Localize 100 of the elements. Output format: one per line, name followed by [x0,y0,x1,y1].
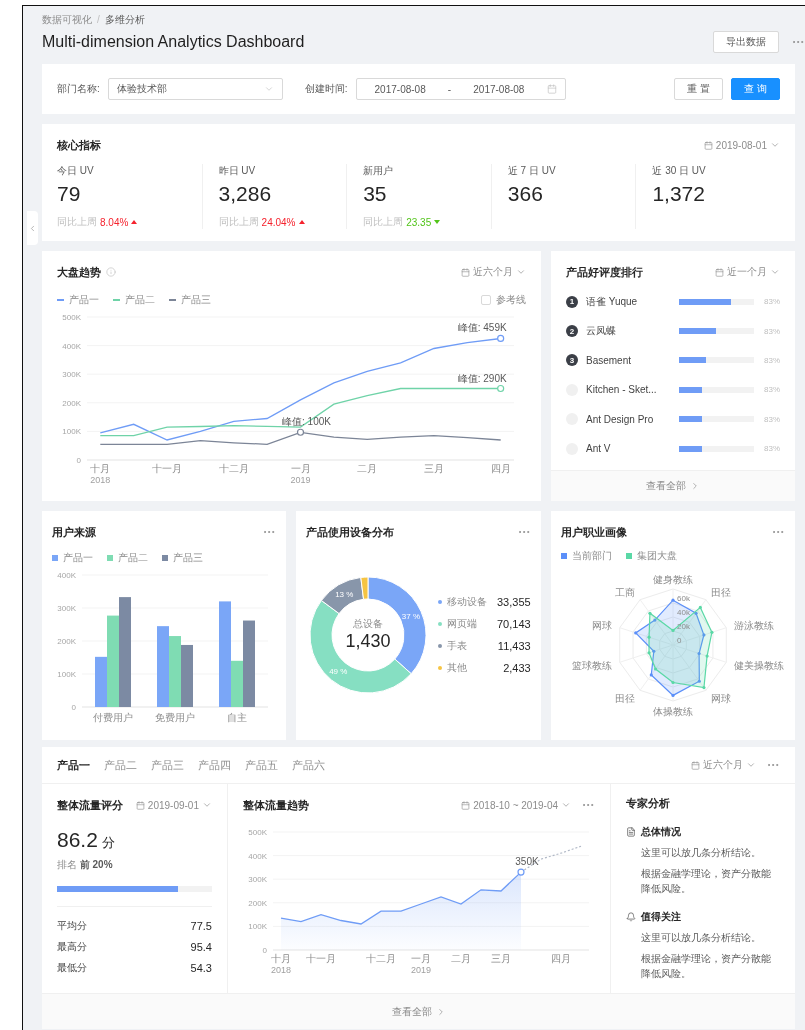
axis-label: 十一月 [152,463,183,474]
card-title: 整体流量趋势 [243,797,309,813]
view-all-link[interactable]: 查看全部 [551,470,795,501]
bell-icon [626,912,636,923]
card-title: 用户来源 [52,524,96,540]
axis-label: 二月 [357,463,378,474]
slice-label: 13 % [335,589,354,599]
legend-item[interactable]: 产品三 [162,551,203,565]
card-title: 专家分析 [626,796,671,812]
analysis-text: 这里可以放几条分析结论。 [641,931,762,946]
product-tab[interactable]: 产品五 [245,757,278,773]
axis-label: 300K [248,875,267,885]
axis-label: 健身教练 [652,574,693,585]
rank-badge: 3 [566,354,578,367]
department-select[interactable]: 体验技术部 [107,78,283,100]
axis-label: 游泳教练 [733,619,774,631]
breadcrumb-link[interactable]: 多维分析 [104,12,145,27]
reference-checkbox[interactable]: 参考线 [481,293,526,307]
axis-label: 篮球教练 [571,660,612,672]
field-label: 创建时间: [304,82,348,96]
axis-label: 十二月 [366,953,396,965]
export-button[interactable]: 导出数据 [713,31,779,53]
legend-item[interactable]: 产品一 [57,293,99,307]
legend-value: 70,143 [497,617,531,630]
axis-label: 健美操教练 [733,660,784,672]
axis-label: 100K [248,922,267,932]
card-title: 整体流量评分 [57,797,123,813]
calendar-icon [461,800,471,810]
query-button[interactable]: 查 询 [731,78,780,100]
legend-item[interactable]: 产品二 [107,551,148,565]
score-value: 86.2 [57,828,98,853]
calendar-icon [546,84,557,94]
date-picker[interactable]: 2018-10 ~ 2019-04 [461,799,571,811]
axis-label: 三月 [491,953,511,965]
card-title: 用户职业画像 [560,524,627,540]
product-tab[interactable]: 产品三 [151,757,184,773]
legend-label: 手表 [447,638,468,653]
product-tab[interactable]: 产品四 [198,757,231,773]
axis-label: 500K [62,313,81,322]
chevron-left-icon [28,223,37,233]
breadcrumb-link[interactable]: 数据可视化 [42,12,92,27]
axis-label: 四月 [490,463,511,474]
axis-label: 100K [62,427,81,437]
axis-label: 400K [57,571,76,580]
center-label: 总设备 [353,617,384,629]
legend-item[interactable]: 集团大盘 [625,549,677,563]
metric-label: 今日 UV [57,164,95,178]
stat-value: 77.5 [190,919,212,932]
axis-label: 三月 [423,463,444,474]
axis-label: 400K [248,851,267,861]
reset-button[interactable]: 重 置 [674,78,724,100]
axis-label: 500K [248,828,267,838]
view-all-link[interactable]: 查看全部 [42,993,795,1029]
legend-item[interactable]: 当前部门 [560,549,612,563]
metric-value: 35 [363,182,388,206]
date-picker[interactable]: 2019-09-01 [135,799,212,811]
legend-item[interactable]: 产品二 [113,293,155,307]
collapse-handle[interactable] [27,211,38,245]
start-date: 2017-08-08 [374,83,426,95]
legend-value: 2,433 [503,661,531,674]
axis-label: 300K [57,604,76,613]
legend-item[interactable]: 产品一 [52,551,93,565]
range-picker[interactable]: 近六个月 [691,758,756,773]
peak-label: 峰值: 290K [457,372,507,384]
product-name: Kitchen - Sket... [586,384,658,396]
axis-label: 田径 [615,693,636,705]
product-tab[interactable]: 产品二 [104,757,137,773]
axis-label: 300K [62,370,81,380]
axis-label: 十二月 [218,463,249,474]
chevron-down-icon [770,267,780,277]
chevron-down-icon [770,140,780,150]
axis-label: 200K [57,637,76,646]
date-range-field[interactable]: 2017-08-08 - 2017-08-08 [355,78,566,100]
calendar-icon [703,140,713,150]
axis-label: 0 [71,703,76,712]
axis-label: 体操教练 [652,706,693,717]
section-heading: 值得关注 [641,910,681,925]
date-picker[interactable]: 2019-08-01 [703,139,780,151]
bar [169,636,181,707]
product-tab[interactable]: 产品一 [57,757,90,773]
calendar-icon [691,760,700,770]
calendar-icon [461,267,470,277]
product-name: 云凤蝶 [586,324,617,339]
legend-value: 11,433 [497,639,531,652]
range-picker[interactable]: 近六个月 [461,265,526,279]
document-icon [626,827,636,838]
calendar-icon [135,800,145,810]
range-separator: - [447,83,452,95]
card-title: 产品使用设备分布 [306,524,395,540]
axis-label: 200K [62,398,81,408]
chevron-down-icon [516,267,526,277]
legend-item[interactable]: 产品三 [169,293,211,307]
rank-text: 排名 前 20% [57,858,114,873]
axis-label: 网球 [591,619,612,631]
range-picker[interactable]: 近一个月 [715,265,780,279]
bar [181,644,193,707]
axis-label: 100K [57,670,76,679]
rank-badge: 2 [566,325,578,338]
analysis-text: 根据金融学理论，资产分散能降低风险。 [641,867,772,897]
product-tab[interactable]: 产品六 [292,757,325,773]
